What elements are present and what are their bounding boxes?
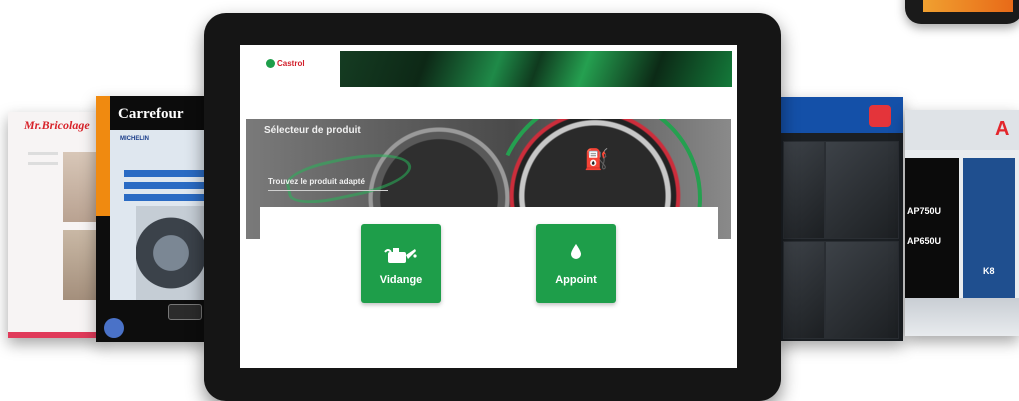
castrol-logo: Castrol — [266, 59, 305, 68]
product-column-blue: K8 — [963, 158, 1015, 298]
tablet-screen: Castrol ⛽ Sélecteur de produit Trouvez l… — [240, 45, 737, 368]
product-image — [63, 230, 100, 300]
tablet-device: Castrol ⛽ Sélecteur de produit Trouvez l… — [204, 13, 781, 401]
placeholder-line — [28, 152, 58, 155]
mr-bricolage-logo: Mr.Bricolage — [24, 118, 90, 132]
power-icon — [869, 105, 891, 127]
appoint-label: Appoint — [555, 274, 597, 286]
hero-subtitle-underline — [268, 190, 388, 191]
tyre-image — [136, 206, 206, 300]
category-tile — [783, 241, 825, 339]
michelin-logo: MICHELIN — [120, 136, 149, 142]
info-bar — [124, 182, 206, 189]
background-phone-device — [905, 0, 1019, 24]
header-banner-image — [340, 51, 732, 87]
drop-icon — [536, 242, 616, 260]
info-bar — [124, 170, 206, 177]
placeholder-line — [28, 162, 58, 165]
product-label: AP750U — [907, 206, 942, 216]
orange-accent-bar — [96, 96, 110, 216]
carrefour-kiosk-screen: Carrefour MICHELIN — [96, 96, 206, 342]
carrefour-next-button — [168, 304, 202, 320]
hero-title: Sélecteur de produit — [264, 125, 361, 136]
brand-name: Castrol — [277, 59, 305, 68]
store-floor-image — [905, 298, 1019, 336]
category-tile — [825, 241, 899, 339]
info-bar — [124, 194, 206, 201]
oil-can-icon — [361, 242, 441, 266]
castrol-emblem-icon — [266, 59, 275, 68]
content-panel — [260, 207, 718, 368]
phone-screen — [923, 0, 1013, 12]
car-parts-kiosk-screen — [777, 97, 903, 341]
category-tile — [783, 141, 825, 239]
auchan-logo: A — [995, 118, 1010, 140]
carrefour-badge-icon — [104, 318, 124, 338]
auchan-kiosk-screen: A AP750U AP650U K8 — [905, 110, 1019, 336]
appoint-button[interactable]: Appoint — [536, 224, 616, 303]
vidange-button[interactable]: Vidange — [361, 224, 441, 303]
product-image — [63, 152, 100, 222]
category-tile — [825, 141, 899, 239]
product-badge: K8 — [983, 266, 995, 276]
app-header: Castrol — [240, 45, 737, 115]
hero-subtitle: Trouvez le produit adapté — [268, 177, 365, 186]
mr-bricolage-kiosk-screen: Mr.Bricolage — [8, 112, 100, 338]
carrefour-logo: Carrefour — [118, 106, 184, 122]
product-column-dark: AP750U AP650U — [905, 158, 959, 298]
vidange-label: Vidange — [379, 274, 423, 286]
oil-warning-icon: ⛽ — [584, 149, 609, 171]
product-label: AP650U — [907, 236, 942, 246]
